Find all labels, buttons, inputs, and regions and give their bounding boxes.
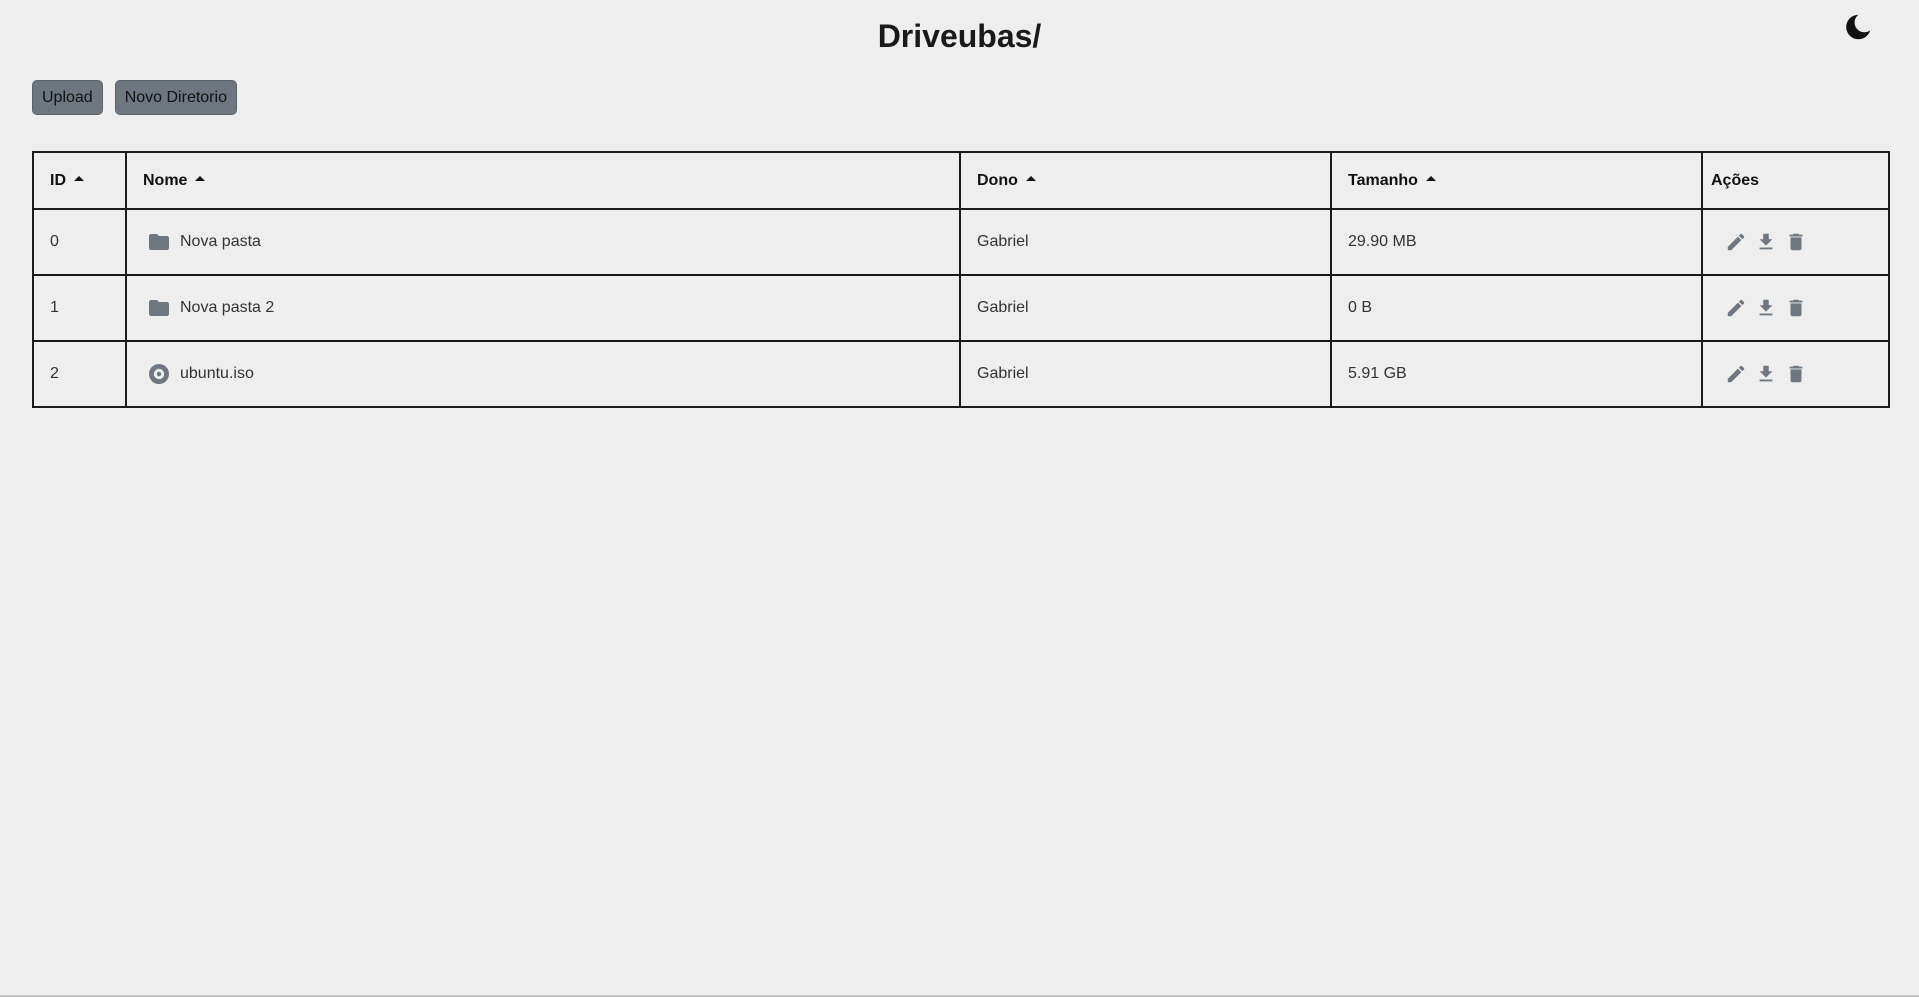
cell-id: 0 — [32, 208, 127, 276]
column-header-label: ID — [50, 171, 66, 189]
edit-icon[interactable] — [1725, 297, 1747, 319]
download-icon[interactable] — [1755, 363, 1777, 385]
table-row[interactable]: 1 Nova pasta 2 Gabriel 0 B — [32, 274, 1890, 342]
cell-size: 0 B — [1330, 274, 1703, 342]
moon-icon — [1846, 14, 1871, 40]
new-directory-button[interactable]: Novo Diretorio — [114, 80, 237, 115]
cell-size: 5.91 GB — [1330, 340, 1703, 408]
column-header-label: Nome — [143, 171, 188, 189]
upload-button[interactable]: Upload — [32, 80, 103, 115]
page: Driveubas/ Upload Novo Diretorio ID Nome… — [0, 0, 1919, 997]
toolbar: Upload Novo Diretorio — [32, 80, 237, 115]
folder-icon — [149, 300, 169, 316]
column-header-owner[interactable]: Dono — [959, 151, 1332, 210]
sort-asc-icon[interactable] — [195, 176, 206, 181]
sort-asc-icon[interactable] — [74, 176, 84, 181]
cell-id: 1 — [32, 274, 127, 342]
table-header-row: ID Nome Dono Tamanho Ações — [32, 151, 1890, 210]
cell-name[interactable]: ubuntu.iso — [125, 340, 961, 408]
download-icon[interactable] — [1755, 231, 1777, 253]
file-name[interactable]: Nova pasta — [180, 233, 261, 251]
cell-name[interactable]: Nova pasta — [125, 208, 961, 276]
page-title: Driveubas/ — [877, 18, 1042, 54]
column-header-label: Dono — [977, 171, 1018, 189]
cell-owner: Gabriel — [959, 274, 1332, 342]
file-name[interactable]: ubuntu.iso — [180, 365, 254, 383]
edit-icon[interactable] — [1725, 231, 1747, 253]
cell-name[interactable]: Nova pasta 2 — [125, 274, 961, 342]
column-header-label: Tamanho — [1348, 171, 1418, 189]
delete-icon[interactable] — [1785, 363, 1807, 385]
disc-icon — [149, 364, 169, 384]
cell-actions — [1701, 274, 1890, 342]
edit-icon[interactable] — [1725, 363, 1747, 385]
column-header-label: Ações — [1711, 171, 1760, 189]
files-table: ID Nome Dono Tamanho Ações 0 Nova pasta … — [32, 151, 1890, 408]
sort-asc-icon[interactable] — [1425, 176, 1436, 181]
column-header-name[interactable]: Nome — [125, 151, 961, 210]
table-row[interactable]: 0 Nova pasta Gabriel 29.90 MB — [32, 208, 1890, 276]
cell-actions — [1701, 340, 1890, 408]
sort-asc-icon[interactable] — [1025, 176, 1036, 181]
file-name[interactable]: Nova pasta 2 — [180, 299, 274, 317]
column-header-actions: Ações — [1701, 151, 1890, 210]
delete-icon[interactable] — [1785, 297, 1807, 319]
cell-owner: Gabriel — [959, 208, 1332, 276]
cell-size: 29.90 MB — [1330, 208, 1703, 276]
column-header-size[interactable]: Tamanho — [1330, 151, 1703, 210]
delete-icon[interactable] — [1785, 231, 1807, 253]
files-table-container: ID Nome Dono Tamanho Ações 0 Nova pasta … — [32, 151, 1890, 408]
cell-id: 2 — [32, 340, 127, 408]
cell-actions — [1701, 208, 1890, 276]
cell-owner: Gabriel — [959, 340, 1332, 408]
folder-icon — [149, 234, 169, 250]
table-row[interactable]: 2 ubuntu.iso Gabriel 5.91 GB — [32, 340, 1890, 408]
theme-toggle-button[interactable] — [1843, 12, 1873, 42]
download-icon[interactable] — [1755, 297, 1777, 319]
column-header-id[interactable]: ID — [32, 151, 127, 210]
